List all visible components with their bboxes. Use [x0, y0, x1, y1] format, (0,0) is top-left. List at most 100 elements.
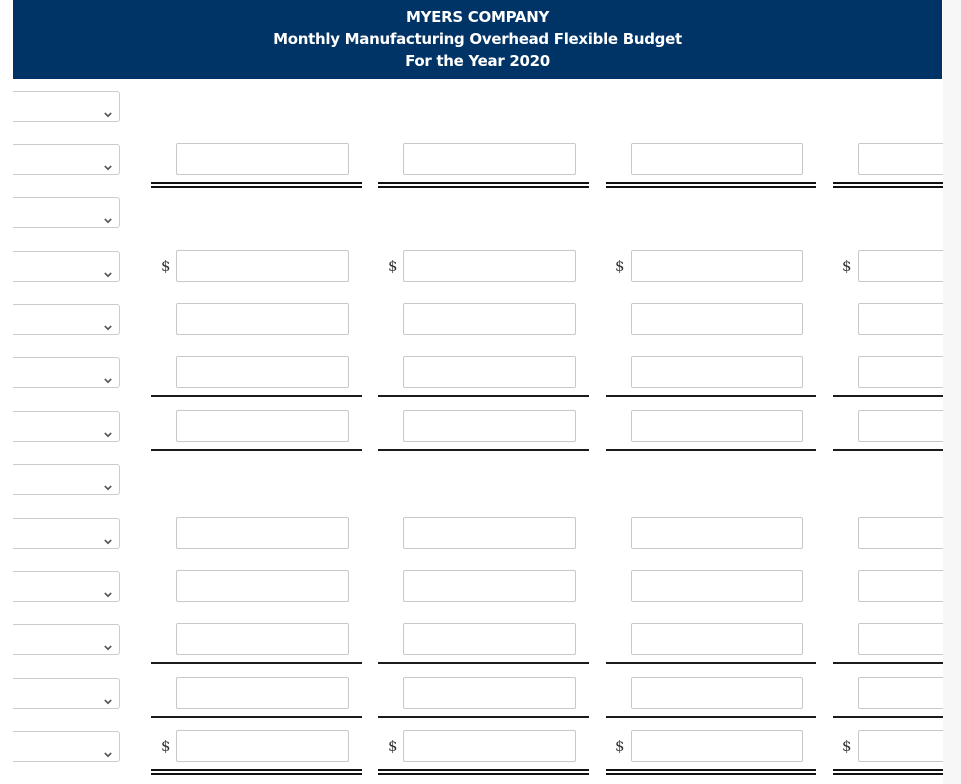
chevron-down-icon — [104, 156, 112, 171]
subtotal-rule-col-4 — [833, 449, 943, 451]
amount-input-col-3[interactable] — [631, 410, 803, 442]
row-label-select[interactable] — [13, 251, 120, 282]
amount-input-col-1[interactable] — [176, 570, 349, 602]
total-double-rule-col-2 — [378, 182, 589, 188]
amount-input-col-4[interactable] — [858, 730, 943, 762]
chevron-down-icon — [104, 530, 112, 545]
subtotal-rule-col-3 — [606, 449, 816, 451]
report-period: For the Year 2020 — [405, 52, 550, 70]
chevron-down-icon — [104, 209, 112, 224]
amount-input-col-2[interactable] — [403, 356, 576, 388]
row-label-select[interactable] — [13, 464, 120, 495]
amount-input-col-3[interactable] — [631, 303, 803, 335]
amount-input-col-3[interactable] — [631, 677, 803, 709]
amount-input-col-2[interactable] — [403, 570, 576, 602]
row-label-select[interactable] — [13, 197, 120, 228]
subtotal-rule-col-1 — [151, 662, 362, 664]
scrollbar-track[interactable] — [943, 0, 961, 784]
row-label-select[interactable] — [13, 731, 120, 762]
report-title: Monthly Manufacturing Overhead Flexible … — [273, 30, 682, 48]
currency-symbol: $ — [615, 257, 625, 275]
amount-input-col-4[interactable] — [858, 250, 943, 282]
total-double-rule-col-4 — [833, 182, 943, 188]
subtotal-rule-col-3 — [606, 716, 816, 718]
row-label-select[interactable] — [13, 357, 120, 388]
amount-input-col-4[interactable] — [858, 570, 943, 602]
amount-input-col-1[interactable] — [176, 143, 349, 175]
currency-symbol: $ — [388, 737, 398, 755]
subtotal-rule-col-2 — [378, 395, 589, 397]
currency-symbol: $ — [615, 737, 625, 755]
row-label-select[interactable] — [13, 411, 120, 442]
amount-input-col-1[interactable] — [176, 623, 349, 655]
chevron-down-icon — [104, 636, 112, 651]
currency-symbol: $ — [842, 737, 852, 755]
row-label-select[interactable] — [13, 144, 120, 175]
amount-input-col-1[interactable] — [176, 730, 349, 762]
amount-input-col-4[interactable] — [858, 356, 943, 388]
subtotal-rule-col-3 — [606, 395, 816, 397]
company-name: MYERS COMPANY — [405, 8, 550, 26]
amount-input-col-1[interactable] — [176, 677, 349, 709]
amount-input-col-4[interactable] — [858, 303, 943, 335]
amount-input-col-3[interactable] — [631, 623, 803, 655]
amount-input-col-1[interactable] — [176, 410, 349, 442]
amount-input-col-2[interactable] — [403, 677, 576, 709]
chevron-down-icon — [104, 369, 112, 384]
amount-input-col-2[interactable] — [403, 730, 576, 762]
amount-input-col-2[interactable] — [403, 517, 576, 549]
subtotal-rule-col-2 — [378, 449, 589, 451]
subtotal-rule-col-1 — [151, 395, 362, 397]
amount-input-col-4[interactable] — [858, 677, 943, 709]
amount-input-col-2[interactable] — [403, 303, 576, 335]
amount-input-col-4[interactable] — [858, 517, 943, 549]
amount-input-col-3[interactable] — [631, 143, 803, 175]
subtotal-rule-col-1 — [151, 716, 362, 718]
amount-input-col-2[interactable] — [403, 143, 576, 175]
chevron-down-icon — [104, 690, 112, 705]
total-double-rule-col-1 — [151, 182, 362, 188]
subtotal-rule-col-2 — [378, 716, 589, 718]
amount-input-col-1[interactable] — [176, 250, 349, 282]
subtotal-rule-col-4 — [833, 662, 943, 664]
subtotal-rule-col-4 — [833, 716, 943, 718]
row-label-select[interactable] — [13, 304, 120, 335]
amount-input-col-3[interactable] — [631, 250, 803, 282]
chevron-down-icon — [104, 743, 112, 758]
row-label-select[interactable] — [13, 624, 120, 655]
total-double-rule-col-3 — [606, 182, 816, 188]
currency-symbol: $ — [388, 257, 398, 275]
report-header: MYERS COMPANY Monthly Manufacturing Over… — [13, 0, 942, 79]
chevron-down-icon — [104, 263, 112, 278]
chevron-down-icon — [104, 316, 112, 331]
amount-input-col-1[interactable] — [176, 517, 349, 549]
amount-input-col-2[interactable] — [403, 410, 576, 442]
row-label-select[interactable] — [13, 571, 120, 602]
amount-input-col-4[interactable] — [858, 143, 943, 175]
total-double-rule-col-1 — [151, 769, 362, 775]
amount-input-col-1[interactable] — [176, 356, 349, 388]
total-double-rule-col-2 — [378, 769, 589, 775]
chevron-down-icon — [104, 583, 112, 598]
chevron-down-icon — [104, 476, 112, 491]
amount-input-col-3[interactable] — [631, 356, 803, 388]
row-label-select[interactable] — [13, 518, 120, 549]
amount-input-col-4[interactable] — [858, 623, 943, 655]
subtotal-rule-col-3 — [606, 662, 816, 664]
chevron-down-icon — [104, 423, 112, 438]
currency-symbol: $ — [161, 737, 171, 755]
row-label-select[interactable] — [13, 678, 120, 709]
amount-input-col-1[interactable] — [176, 303, 349, 335]
row-label-select[interactable] — [13, 91, 120, 122]
currency-symbol: $ — [161, 257, 171, 275]
amount-input-col-2[interactable] — [403, 623, 576, 655]
amount-input-col-4[interactable] — [858, 410, 943, 442]
total-double-rule-col-4 — [833, 769, 943, 775]
chevron-down-icon — [104, 103, 112, 118]
amount-input-col-3[interactable] — [631, 517, 803, 549]
subtotal-rule-col-2 — [378, 662, 589, 664]
currency-symbol: $ — [842, 257, 852, 275]
amount-input-col-3[interactable] — [631, 570, 803, 602]
amount-input-col-2[interactable] — [403, 250, 576, 282]
amount-input-col-3[interactable] — [631, 730, 803, 762]
